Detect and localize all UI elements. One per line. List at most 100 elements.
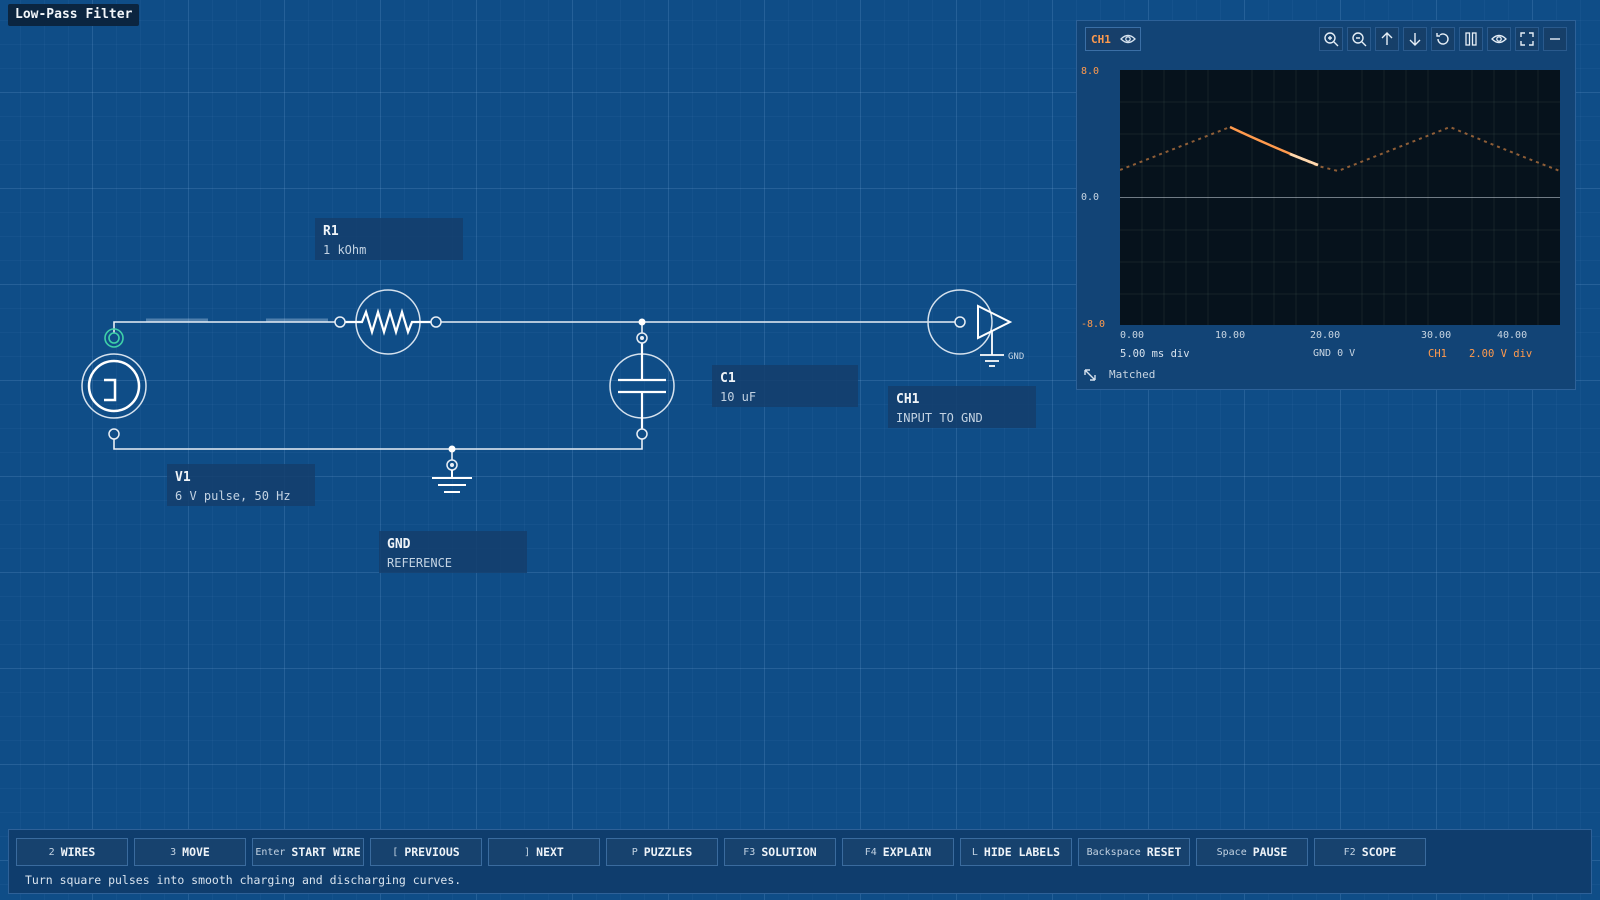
- key-hint: ]: [524, 846, 531, 858]
- x-tick-30: 30.00: [1421, 330, 1452, 341]
- y-axis-top: 8.0: [1081, 66, 1100, 77]
- junction-node: [638, 318, 646, 326]
- junction-node-bottom: [448, 445, 456, 453]
- capacitor-c1[interactable]: [609, 338, 675, 434]
- probe-ch1[interactable]: [927, 289, 1013, 367]
- label-gnd: GND REFERENCE: [379, 531, 527, 573]
- next-button[interactable]: ] NEXT: [488, 838, 600, 866]
- channel-name: CH1: [1091, 33, 1111, 46]
- c1-value: 10 uF: [720, 390, 757, 404]
- button-label: START WIRE: [291, 845, 361, 859]
- button-label: PREVIOUS: [404, 845, 460, 859]
- wires-button[interactable]: 2 WIRES: [16, 838, 128, 866]
- r1-name: R1: [323, 224, 339, 239]
- ch1-input-terminal[interactable]: [954, 316, 966, 328]
- key-hint: 2: [48, 846, 55, 858]
- channel-toggle[interactable]: CH1: [1085, 27, 1141, 51]
- button-label: RESET: [1146, 845, 1182, 859]
- x-tick-10: 10.00: [1215, 330, 1246, 341]
- label-v1: V1 6 V pulse, 50 Hz: [167, 464, 315, 506]
- match-status: Matched: [1109, 368, 1156, 381]
- gnd-name: GND: [387, 537, 411, 552]
- ch1-name: CH1: [896, 392, 920, 407]
- zoom-in-icon[interactable]: [1319, 27, 1343, 51]
- shortcut-buttons: 2 WIRES 3 MOVE Enter START WIRE [ PREVIOUS ]…: [16, 838, 1426, 866]
- circuit-canvas: GND: [81, 289, 1024, 493]
- fullscreen-icon[interactable]: [1515, 27, 1539, 51]
- explain-button[interactable]: F4 EXPLAIN: [842, 838, 954, 866]
- key-hint: F2: [1343, 846, 1356, 858]
- solution-button[interactable]: F3 SOLUTION: [724, 838, 836, 866]
- eye-icon[interactable]: [1120, 31, 1136, 51]
- button-label: HIDE LABELS: [983, 845, 1061, 859]
- key-hint: F3: [743, 846, 756, 858]
- wire-top-left[interactable]: [113, 321, 340, 338]
- r1-value: 1 kOhm: [323, 243, 367, 257]
- button-label: SOLUTION: [761, 845, 817, 859]
- key-hint: Backspace: [1086, 846, 1141, 858]
- v1-value: 6 V pulse, 50 Hz: [175, 489, 291, 503]
- resistor-r1[interactable]: [340, 289, 436, 355]
- button-label: SCOPE: [1361, 845, 1397, 859]
- timebase-readout: 5.00 ms div: [1120, 348, 1190, 360]
- reset-button[interactable]: Backspace RESET: [1078, 838, 1190, 866]
- label-ch1: CH1 INPUT TO GND: [888, 386, 1036, 428]
- v1-name: V1: [175, 470, 191, 485]
- button-label: NEXT: [536, 845, 564, 859]
- key-hint: 3: [170, 846, 177, 858]
- scope-button[interactable]: F2 SCOPE: [1314, 838, 1426, 866]
- pause-button[interactable]: Space PAUSE: [1196, 838, 1308, 866]
- scope-plot[interactable]: [1119, 70, 1561, 325]
- reset-icon[interactable]: [1431, 27, 1455, 51]
- minimize-icon[interactable]: [1543, 27, 1567, 51]
- gnd-reference-readout: GND 0 V: [1313, 348, 1356, 359]
- wire-bottom[interactable]: [113, 434, 643, 450]
- channel-scale-readout: 2.00 V div: [1469, 348, 1533, 360]
- voltage-source-v1[interactable]: [81, 353, 147, 419]
- ch1-value: INPUT TO GND: [896, 411, 983, 425]
- puzzle-hint: Turn square pulses into smooth charging …: [25, 873, 462, 887]
- y-axis-zero: 0.0: [1081, 192, 1100, 203]
- key-hint: Space: [1216, 846, 1247, 858]
- scope-tools: [1319, 27, 1567, 51]
- key-hint: P: [631, 846, 638, 858]
- v1-negative-terminal[interactable]: [108, 428, 120, 440]
- x-tick-20: 20.00: [1310, 330, 1341, 341]
- channel-readout-label: CH1: [1428, 348, 1447, 360]
- previous-button[interactable]: [ PREVIOUS: [370, 838, 482, 866]
- c1-name: C1: [720, 371, 736, 386]
- x-tick-40: 40.00: [1497, 330, 1528, 341]
- start-wire-button[interactable]: Enter START WIRE: [252, 838, 364, 866]
- button-label: MOVE: [182, 845, 210, 859]
- ground-symbol[interactable]: [432, 459, 472, 493]
- hide-labels-button[interactable]: L HIDE LABELS: [960, 838, 1072, 866]
- y-axis-bottom: -8.0: [1081, 319, 1106, 330]
- visibility-icon[interactable]: [1487, 27, 1511, 51]
- label-r1: R1 1 kOhm: [315, 218, 463, 260]
- r1-right-terminal[interactable]: [430, 316, 442, 328]
- gnd-value: REFERENCE: [387, 556, 453, 570]
- arrow-down-icon[interactable]: [1403, 27, 1427, 51]
- move-button[interactable]: 3 MOVE: [134, 838, 246, 866]
- button-label: PAUSE: [1252, 845, 1288, 859]
- button-label: PUZZLES: [643, 845, 693, 859]
- key-hint: L: [971, 846, 978, 858]
- button-label: EXPLAIN: [882, 845, 932, 859]
- key-hint: F4: [864, 846, 877, 858]
- key-hint: Enter: [255, 846, 286, 858]
- c1-bottom-terminal[interactable]: [636, 428, 648, 440]
- x-tick-0: 0.00: [1120, 330, 1145, 341]
- button-label: WIRES: [60, 845, 96, 859]
- expand-icon[interactable]: [1083, 367, 1097, 386]
- puzzles-button[interactable]: P PUZZLES: [606, 838, 718, 866]
- key-hint: [: [392, 846, 399, 858]
- pause-icon[interactable]: [1459, 27, 1483, 51]
- zoom-out-icon[interactable]: [1347, 27, 1371, 51]
- arrow-up-icon[interactable]: [1375, 27, 1399, 51]
- bottom-toolbar: 2 WIRES 3 MOVE Enter START WIRE [ PREVIOUS ]…: [8, 829, 1592, 894]
- oscilloscope-panel: CH1 8.0 0.0 -8.0 0.00 10.00 20.00 30.00 …: [1076, 20, 1576, 390]
- scope-toolbar: CH1: [1085, 27, 1567, 53]
- label-c1: C1 10 uF: [712, 365, 858, 407]
- r1-left-terminal[interactable]: [334, 316, 346, 328]
- probe-gnd-label: GND: [1008, 352, 1024, 362]
